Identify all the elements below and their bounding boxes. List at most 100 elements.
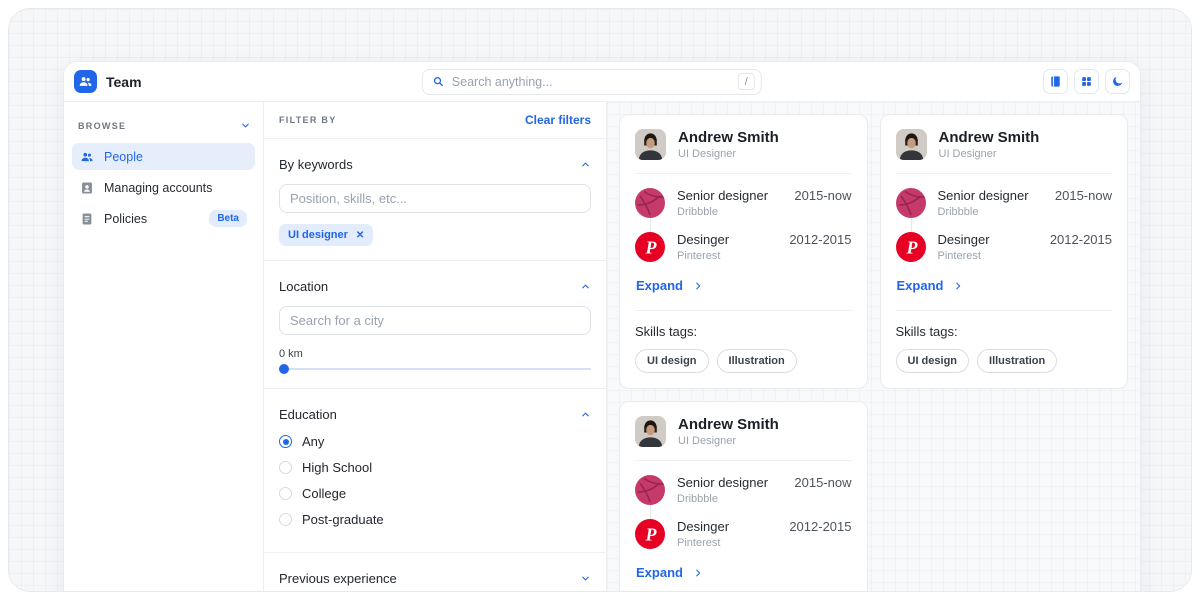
team-logo-icon (78, 74, 93, 89)
clear-filters-button[interactable]: Clear filters (525, 113, 591, 127)
experience-title: Desinger (938, 232, 990, 247)
search-shortcut-key: / (738, 73, 755, 90)
chevron-right-icon (693, 568, 703, 578)
previous-experience-section-toggle[interactable]: Previous experience (279, 559, 591, 592)
distance-value-label: 0 km (279, 348, 591, 360)
avatar (635, 129, 666, 160)
experience-row: Desinger Pinterest 2012-2015 (635, 519, 852, 549)
card-header: Andrew Smith UI Designer (635, 129, 852, 174)
close-icon[interactable]: ✕ (356, 230, 364, 241)
keyword-tag-label: UI designer (288, 229, 348, 241)
person-name: Andrew Smith (939, 129, 1040, 146)
person-card: Andrew Smith UI Designer Senior designer… (619, 114, 868, 389)
experience-company: Dribbble (938, 206, 1029, 218)
experience-period: 2015-now (794, 188, 851, 203)
person-role: UI Designer (678, 435, 779, 447)
people-icon (80, 150, 94, 164)
divider (635, 310, 852, 311)
radio-button[interactable] (279, 487, 292, 500)
radio-button-checked[interactable] (279, 435, 292, 448)
sidebar-group-browse[interactable]: BROWSE (72, 110, 255, 143)
divider (896, 310, 1113, 311)
sidebar-item-people[interactable]: People (72, 143, 255, 170)
expand-button[interactable]: Expand (636, 278, 703, 293)
slider-thumb[interactable] (279, 364, 289, 374)
sidebar: BROWSE People Managing accounts Policies… (64, 102, 264, 592)
browse-group-label: BROWSE (78, 121, 126, 131)
skill-tag: UI design (635, 349, 709, 373)
keywords-label: By keywords (279, 157, 353, 172)
keywords-section-toggle[interactable]: By keywords (279, 145, 591, 184)
skills-tags-label: Skills tags: (896, 324, 1113, 339)
slider-track[interactable] (279, 368, 591, 370)
card-header: Andrew Smith UI Designer (896, 129, 1113, 174)
empty-grid-slot (880, 401, 1129, 592)
chevron-right-icon (953, 281, 963, 291)
beta-badge: Beta (209, 210, 247, 227)
radio-button[interactable] (279, 461, 292, 474)
sidebar-item-managing-accounts[interactable]: Managing accounts (72, 174, 255, 201)
dark-mode-button[interactable] (1105, 69, 1130, 94)
experience-company: Pinterest (677, 537, 729, 549)
header-actions (1043, 69, 1130, 94)
keywords-input[interactable] (279, 184, 591, 213)
radio-option-any[interactable]: Any (279, 434, 591, 449)
expand-label: Expand (636, 565, 683, 580)
skill-tag: Illustration (977, 349, 1057, 373)
previous-experience-label: Previous experience (279, 571, 397, 586)
expand-button[interactable]: Expand (636, 565, 703, 580)
page-background: Team Search anything... / (8, 8, 1192, 592)
skills-list: UI design Illustration (896, 349, 1113, 373)
location-label: Location (279, 279, 328, 294)
experience-timeline: Senior designer Dribbble 2015-now Desing… (635, 188, 852, 262)
radio-button[interactable] (279, 513, 292, 526)
experience-period: 2015-now (794, 475, 851, 490)
filter-header: FILTER BY Clear filters (264, 102, 606, 139)
search-icon (432, 75, 445, 88)
app-title: Team (106, 74, 142, 90)
experience-row: Senior designer Dribbble 2015-now (635, 188, 852, 218)
skills-list: UI design Illustration (635, 349, 852, 373)
experience-title: Senior designer (677, 475, 768, 490)
avatar (896, 129, 927, 160)
experience-timeline: Senior designer Dribbble 2015-now Desing… (896, 188, 1113, 262)
education-section-toggle[interactable]: Education (279, 395, 591, 434)
person-name: Andrew Smith (678, 416, 779, 433)
person-card: Andrew Smith UI Designer Senior designer… (619, 401, 868, 592)
experience-period: 2012-2015 (789, 519, 851, 534)
dribbble-icon (635, 475, 665, 505)
filter-section-location: Location 0 km (264, 261, 606, 389)
pinterest-icon (635, 232, 665, 262)
filter-by-label: FILTER BY (279, 115, 337, 125)
location-section-toggle[interactable]: Location (279, 267, 591, 306)
experience-title: Senior designer (938, 188, 1029, 203)
radio-option-college[interactable]: College (279, 486, 591, 501)
experience-period: 2012-2015 (1050, 232, 1112, 247)
skill-tag: UI design (896, 349, 970, 373)
skills-tags-label: Skills tags: (635, 324, 852, 339)
global-search-input[interactable]: Search anything... / (422, 69, 762, 95)
experience-title: Desinger (677, 232, 729, 247)
experience-timeline: Senior designer Dribbble 2015-now Desing… (635, 475, 852, 549)
experience-company: Pinterest (677, 250, 729, 262)
filter-section-keywords: By keywords UI designer ✕ (264, 139, 606, 261)
notebook-button[interactable] (1043, 69, 1068, 94)
filter-panel: FILTER BY Clear filters By keywords UI d… (264, 102, 607, 592)
radio-option-post-graduate[interactable]: Post-graduate (279, 512, 591, 527)
distance-slider[interactable] (279, 364, 591, 374)
apps-grid-button[interactable] (1074, 69, 1099, 94)
chevron-right-icon (693, 281, 703, 291)
city-search-input[interactable] (279, 306, 591, 335)
keyword-tag-ui-designer[interactable]: UI designer ✕ (279, 224, 373, 246)
expand-button[interactable]: Expand (897, 278, 964, 293)
sidebar-item-label: Policies (104, 212, 147, 226)
experience-row: Senior designer Dribbble 2015-now (635, 475, 852, 505)
sidebar-item-policies[interactable]: Policies Beta (72, 205, 255, 232)
id-badge-icon (80, 181, 94, 195)
card-header: Andrew Smith UI Designer (635, 416, 852, 461)
radio-label: Post-graduate (302, 512, 384, 527)
radio-label: College (302, 486, 346, 501)
sidebar-item-label: Managing accounts (104, 181, 212, 195)
radio-option-high-school[interactable]: High School (279, 460, 591, 475)
experience-period: 2012-2015 (789, 232, 851, 247)
